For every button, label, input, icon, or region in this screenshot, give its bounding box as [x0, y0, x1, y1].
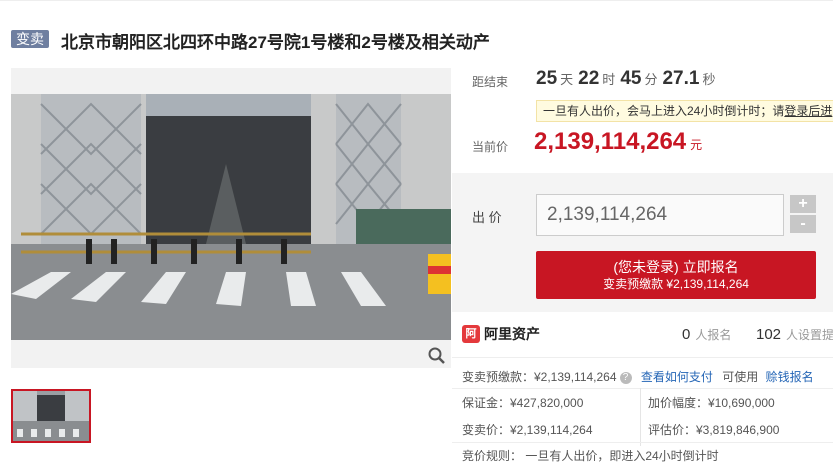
bid-notice: 一旦有人出价，会马上进入24小时倒计时；请登录后进 [536, 100, 833, 122]
title-bar: 变卖 北京市朝阳区北四环中路27号院1号楼和2号楼及相关动产 [0, 0, 833, 64]
ali-assets-brand: 阿里资产 [484, 326, 540, 342]
countdown-label: 距结束 [472, 75, 509, 89]
countdown-days: 25 [536, 68, 558, 89]
signup-count-value: 0 [682, 326, 691, 343]
deposit-text: 变卖预缴款：¥2,139,114,264 [462, 370, 617, 384]
signup-count-label: 人报名 [695, 328, 732, 342]
stats-bar: 阿 阿里资产 0 人报名 102 人设置提 [452, 312, 833, 358]
signup-button-label: (您未登录) 立即报名 [613, 259, 739, 275]
sell-price: 变卖价：¥2,139,114,264 [462, 423, 593, 437]
main-photo[interactable] [11, 94, 451, 340]
bid-panel: 出 价 2,139,114,264 + - (您未登录) 立即报名 变卖预缴款 … [452, 173, 833, 312]
bidding-rule: 竞价规则： 一旦有人出价，即进入24小时倒计时 [462, 449, 719, 463]
deposit-row: 变卖预缴款：¥2,139,114,264? 查看如何支付 可使用 赊钱报名 [462, 368, 814, 385]
auction-type-badge: 变卖 [11, 30, 49, 48]
notice-text: 一旦有人出价，会马上进入24小时倒计时；请 [543, 104, 785, 118]
signup-deposit-label: 变卖预缴款 ¥2,139,114,264 [603, 277, 749, 291]
signup-count: 0 人报名 [682, 326, 731, 343]
how-to-pay-link[interactable]: 查看如何支付 [641, 370, 713, 384]
credit-signup-link[interactable]: 赊钱报名 [766, 370, 814, 384]
current-price-value: 2,139,114,264 [534, 128, 687, 155]
bid-increase-button[interactable]: + [790, 195, 816, 213]
reminder-count: 102 人设置提 [756, 326, 833, 343]
divider [452, 388, 833, 389]
days-unit: 天 [560, 72, 574, 87]
bid-label: 出 价 [472, 210, 502, 225]
ali-assets-icon: 阿 [462, 325, 480, 343]
bid-increment: 加价幅度：¥10,690,000 [648, 396, 775, 410]
countdown-minutes: 45 [620, 68, 642, 89]
current-price-label: 当前价 [472, 140, 509, 154]
divider [452, 442, 833, 443]
appraisal-price: 评估价：¥3,819,846,900 [648, 423, 780, 437]
signup-button[interactable]: (您未登录) 立即报名 变卖预缴款 ¥2,139,114,264 [536, 251, 816, 299]
reminder-count-value: 102 [756, 326, 782, 343]
divider [640, 388, 641, 446]
login-link[interactable]: 登录后进 [784, 104, 832, 118]
bid-amount-input[interactable]: 2,139,114,264 [536, 194, 784, 236]
help-icon[interactable]: ? [619, 371, 632, 384]
photo-thumbnail[interactable] [11, 389, 91, 443]
countdown-hours: 22 [578, 68, 600, 89]
bid-decrease-button[interactable]: - [790, 215, 816, 233]
countdown-seconds: 27.1 [662, 68, 700, 89]
reminder-count-label: 人设置提 [786, 328, 833, 342]
page-title: 北京市朝阳区北四环中路27号院1号楼和2号楼及相关动产 [61, 33, 490, 52]
current-price-unit: 元 [690, 138, 703, 152]
margin-amount: 保证金：¥427,820,000 [462, 396, 584, 410]
seconds-unit: 秒 [702, 72, 716, 87]
zoom-icon[interactable] [427, 346, 447, 366]
usable-label: 可使用 [722, 370, 759, 384]
hours-unit: 时 [602, 72, 616, 87]
ali-assets-logo: 阿 阿里资产 [462, 324, 540, 344]
countdown-timer: 25 天 22 时 45 分 27.1 秒 [536, 68, 720, 90]
photo-gallery [11, 68, 451, 368]
current-price: 2,139,114,264 元 [534, 128, 702, 156]
minutes-unit: 分 [644, 72, 658, 87]
